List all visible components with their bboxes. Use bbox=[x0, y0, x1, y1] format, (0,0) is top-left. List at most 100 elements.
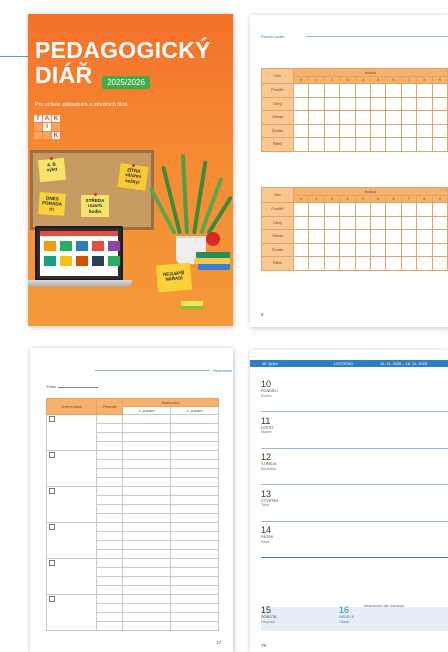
grade-cell[interactable] bbox=[122, 531, 171, 541]
schedule-cell[interactable] bbox=[385, 229, 402, 244]
schedule-cell[interactable] bbox=[323, 83, 341, 98]
schedule-cell[interactable] bbox=[323, 229, 341, 244]
schedule-cell[interactable] bbox=[354, 83, 371, 98]
grade-cell[interactable] bbox=[96, 585, 123, 595]
schedule-cell[interactable] bbox=[400, 202, 418, 217]
schedule-cell[interactable] bbox=[339, 96, 356, 111]
schedule-cell[interactable] bbox=[339, 123, 356, 138]
schedule-cell[interactable] bbox=[416, 123, 433, 138]
grade-cell[interactable] bbox=[96, 567, 123, 577]
grade-cell[interactable] bbox=[170, 585, 219, 595]
schedule-cell[interactable] bbox=[292, 229, 310, 244]
schedule-cell[interactable] bbox=[339, 83, 356, 98]
schedule-cell[interactable] bbox=[354, 256, 371, 271]
schedule-cell[interactable] bbox=[385, 256, 402, 271]
grade-cell[interactable] bbox=[170, 432, 219, 442]
schedule-cell[interactable] bbox=[308, 83, 325, 98]
schedule-cell[interactable] bbox=[292, 215, 310, 230]
grade-cell[interactable] bbox=[96, 414, 123, 424]
grade-cell[interactable] bbox=[96, 522, 123, 532]
grade-cell[interactable] bbox=[170, 450, 219, 460]
schedule-cell[interactable] bbox=[400, 215, 418, 230]
grade-cell[interactable] bbox=[96, 621, 123, 631]
schedule-cell[interactable] bbox=[308, 202, 325, 217]
schedule-cell[interactable] bbox=[292, 242, 310, 257]
grade-cell[interactable] bbox=[96, 504, 123, 514]
grade-cell[interactable] bbox=[122, 513, 171, 523]
schedule-cell[interactable] bbox=[354, 123, 371, 138]
schedule-cell[interactable] bbox=[354, 110, 371, 125]
grade-cell[interactable] bbox=[96, 549, 123, 559]
schedule-cell[interactable] bbox=[308, 137, 325, 152]
grade-cell[interactable] bbox=[170, 504, 219, 514]
student-name-cell[interactable] bbox=[46, 594, 97, 631]
schedule-cell[interactable] bbox=[292, 256, 310, 271]
schedule-cell[interactable] bbox=[292, 110, 310, 125]
schedule-cell[interactable] bbox=[339, 110, 356, 125]
schedule-cell[interactable] bbox=[385, 215, 402, 230]
schedule-cell[interactable] bbox=[431, 256, 448, 271]
grade-cell[interactable] bbox=[122, 432, 171, 442]
schedule-cell[interactable] bbox=[308, 256, 325, 271]
schedule-cell[interactable] bbox=[323, 215, 341, 230]
schedule-cell[interactable] bbox=[416, 242, 433, 257]
grade-cell[interactable] bbox=[170, 477, 219, 487]
schedule-cell[interactable] bbox=[431, 202, 448, 217]
grade-cell[interactable] bbox=[96, 594, 123, 604]
schedule-cell[interactable] bbox=[323, 137, 341, 152]
grade-cell[interactable] bbox=[96, 459, 123, 469]
grade-cell[interactable] bbox=[122, 567, 171, 577]
schedule-cell[interactable] bbox=[431, 123, 448, 138]
schedule-cell[interactable] bbox=[323, 256, 341, 271]
grade-cell[interactable] bbox=[122, 540, 171, 550]
student-name-cell[interactable] bbox=[46, 522, 97, 559]
grade-cell[interactable] bbox=[122, 477, 171, 487]
grade-cell[interactable] bbox=[96, 468, 123, 478]
schedule-cell[interactable] bbox=[308, 215, 325, 230]
schedule-cell[interactable] bbox=[400, 123, 418, 138]
grade-cell[interactable] bbox=[122, 576, 171, 586]
grade-cell[interactable] bbox=[96, 540, 123, 550]
schedule-cell[interactable] bbox=[416, 202, 433, 217]
grade-cell[interactable] bbox=[122, 441, 171, 451]
schedule-cell[interactable] bbox=[400, 137, 418, 152]
student-name-cell[interactable] bbox=[46, 558, 97, 595]
grade-cell[interactable] bbox=[170, 549, 219, 559]
schedule-cell[interactable] bbox=[308, 242, 325, 257]
schedule-cell[interactable] bbox=[416, 229, 433, 244]
schedule-cell[interactable] bbox=[308, 110, 325, 125]
schedule-cell[interactable] bbox=[431, 96, 448, 111]
grade-cell[interactable] bbox=[122, 585, 171, 595]
grade-cell[interactable] bbox=[122, 459, 171, 469]
schedule-cell[interactable] bbox=[339, 229, 356, 244]
schedule-cell[interactable] bbox=[354, 137, 371, 152]
grade-cell[interactable] bbox=[170, 603, 219, 613]
schedule-cell[interactable] bbox=[339, 202, 356, 217]
grade-cell[interactable] bbox=[170, 441, 219, 451]
schedule-cell[interactable] bbox=[339, 256, 356, 271]
grade-cell[interactable] bbox=[170, 495, 219, 505]
schedule-cell[interactable] bbox=[354, 215, 371, 230]
schedule-cell[interactable] bbox=[400, 256, 418, 271]
schedule-cell[interactable] bbox=[369, 242, 387, 257]
schedule-cell[interactable] bbox=[385, 96, 402, 111]
grade-cell[interactable] bbox=[122, 504, 171, 514]
checkbox[interactable] bbox=[49, 452, 55, 458]
schedule-cell[interactable] bbox=[354, 202, 371, 217]
grade-cell[interactable] bbox=[122, 522, 171, 532]
grade-cell[interactable] bbox=[96, 558, 123, 568]
student-name-cell[interactable] bbox=[46, 486, 97, 523]
schedule-cell[interactable] bbox=[323, 123, 341, 138]
grade-cell[interactable] bbox=[170, 621, 219, 631]
schedule-cell[interactable] bbox=[400, 110, 418, 125]
schedule-cell[interactable] bbox=[385, 123, 402, 138]
schedule-cell[interactable] bbox=[431, 215, 448, 230]
schedule-cell[interactable] bbox=[431, 242, 448, 257]
schedule-cell[interactable] bbox=[369, 123, 387, 138]
checkbox[interactable] bbox=[49, 488, 55, 494]
schedule-cell[interactable] bbox=[385, 83, 402, 98]
student-name-cell[interactable] bbox=[46, 450, 97, 487]
grade-cell[interactable] bbox=[96, 441, 123, 451]
grade-cell[interactable] bbox=[170, 531, 219, 541]
schedule-cell[interactable] bbox=[339, 242, 356, 257]
